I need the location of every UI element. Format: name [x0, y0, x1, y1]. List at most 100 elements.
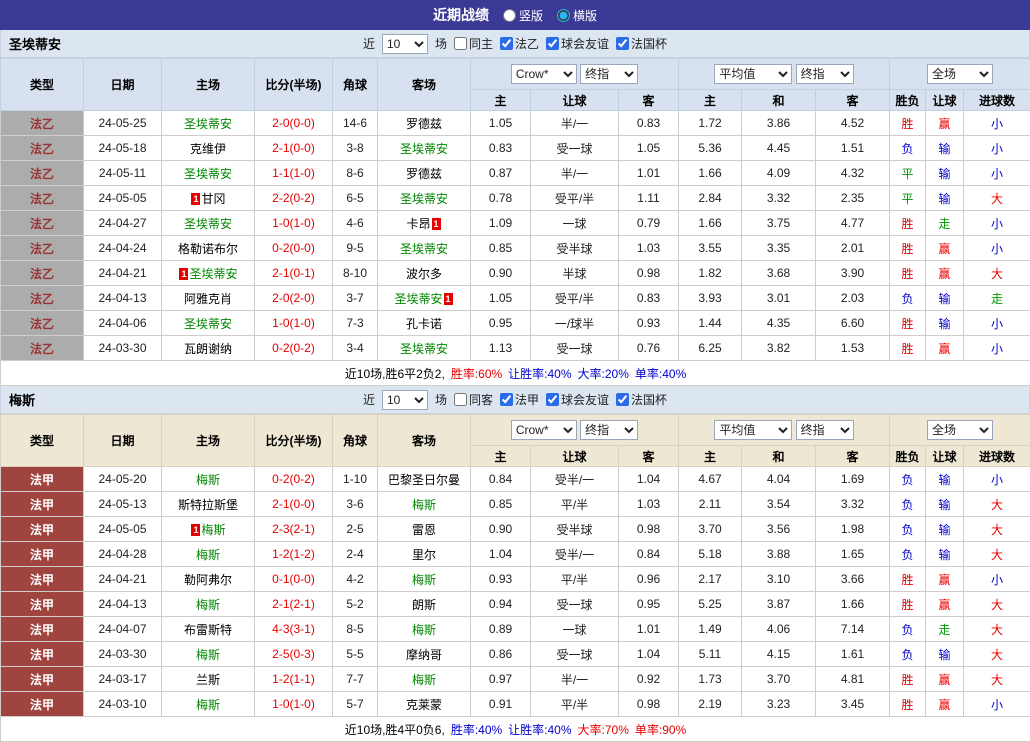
league-checkbox[interactable] — [500, 393, 513, 406]
avg-home-cell: 3.93 — [679, 286, 742, 311]
horizontal-layout-radio[interactable] — [557, 9, 570, 22]
team-link[interactable]: 布雷斯特 — [184, 623, 232, 637]
filter-club-friendly[interactable]: 球会友谊 — [546, 35, 609, 52]
filter-same-home[interactable]: 同主 — [454, 35, 493, 52]
team-link[interactable]: 里尔 — [412, 548, 436, 562]
filter-league[interactable]: 法乙 — [500, 35, 539, 52]
bookmaker-select[interactable]: Crow* — [511, 420, 577, 440]
team-link[interactable]: 勒阿弗尔 — [184, 573, 232, 587]
team-link[interactable]: 克维伊 — [190, 142, 226, 156]
result-cell: 负 — [890, 492, 926, 517]
team-link[interactable]: 瓦朗谢纳 — [184, 342, 232, 356]
handicap-result-cell: 输 — [926, 492, 964, 517]
result-cell: 胜 — [890, 236, 926, 261]
team-link[interactable]: 兰斯 — [196, 673, 220, 687]
team-link[interactable]: 梅斯 — [196, 648, 220, 662]
french-cup-checkbox[interactable] — [616, 393, 629, 406]
team-link[interactable]: 圣埃蒂安 — [400, 192, 448, 206]
team-link[interactable]: 梅斯 — [196, 698, 220, 712]
avg-select[interactable]: 平均值 — [714, 420, 792, 440]
result-cell: 胜 — [890, 211, 926, 236]
filter-same-away[interactable]: 同客 — [454, 391, 493, 408]
team-link[interactable]: 格勒诺布尔 — [178, 242, 238, 256]
away-team-cell: 圣埃蒂安1 — [378, 286, 471, 311]
away-odds-cell: 0.84 — [619, 542, 679, 567]
goals-result-cell: 大 — [964, 492, 1030, 517]
french-cup-checkbox[interactable] — [616, 37, 629, 50]
team-link[interactable]: 梅斯 — [196, 473, 220, 487]
team-link[interactable]: 梅斯 — [196, 598, 220, 612]
odds-stage-select[interactable]: 终指 — [580, 64, 638, 84]
avg-stage-select[interactable]: 终指 — [796, 420, 854, 440]
team-link[interactable]: 孔卡诺 — [406, 317, 442, 331]
scope-select[interactable]: 全场 — [927, 64, 993, 84]
avg-away-cell: 3.45 — [816, 692, 890, 717]
goals-result-cell: 小 — [964, 236, 1030, 261]
avg-draw-cell: 3.23 — [742, 692, 816, 717]
league-cell: 法乙 — [1, 336, 84, 361]
team-link[interactable]: 梅斯 — [412, 623, 436, 637]
handicap-cell: 一球 — [531, 211, 619, 236]
layout-horizontal-option[interactable]: 横版 — [557, 7, 597, 24]
team-link[interactable]: 梅斯 — [201, 523, 225, 537]
filter-club-friendly[interactable]: 球会友谊 — [546, 391, 609, 408]
team-link[interactable]: 甘冈 — [201, 192, 225, 206]
team-link[interactable]: 圣埃蒂安 — [394, 292, 442, 306]
team-link[interactable]: 罗德兹 — [406, 167, 442, 181]
corner-cell: 6-5 — [333, 186, 378, 211]
club-friendly-checkbox[interactable] — [546, 393, 559, 406]
team-name: 梅斯 — [9, 390, 35, 409]
avg-select[interactable]: 平均值 — [714, 64, 792, 84]
match-row: 法甲24-04-13梅斯2-1(2-1)5-2朗斯0.94受一球0.955.25… — [1, 592, 1030, 617]
filter-league[interactable]: 法甲 — [500, 391, 539, 408]
team-link[interactable]: 卡昂 — [406, 217, 430, 231]
team-link[interactable]: 斯特拉斯堡 — [178, 498, 238, 512]
sub-col-home-odds: 主 — [471, 90, 531, 111]
section-metz: 梅斯 近 10 场 同客 法甲 球会友谊 法国杯 类型 日期 主场 比分(半场)… — [0, 386, 1030, 742]
team-link[interactable]: 圣埃蒂安 — [400, 242, 448, 256]
team-link[interactable]: 阿雅克肖 — [184, 292, 232, 306]
team-link[interactable]: 梅斯 — [412, 673, 436, 687]
same-home-checkbox[interactable] — [454, 37, 467, 50]
handicap-result-cell: 输 — [926, 286, 964, 311]
odds-stage-select[interactable]: 终指 — [580, 420, 638, 440]
team-link[interactable]: 波尔多 — [406, 267, 442, 281]
team-link[interactable]: 圣埃蒂安 — [184, 117, 232, 131]
team-link[interactable]: 罗德兹 — [406, 117, 442, 131]
league-checkbox[interactable] — [500, 37, 513, 50]
away-team-cell: 梅斯 — [378, 492, 471, 517]
team-link[interactable]: 梅斯 — [196, 548, 220, 562]
team-link[interactable]: 圣埃蒂安 — [184, 317, 232, 331]
vertical-layout-radio[interactable] — [503, 9, 516, 22]
team-link[interactable]: 圣埃蒂安 — [184, 217, 232, 231]
bookmaker-select[interactable]: Crow* — [511, 64, 577, 84]
score-cell: 2-0(0-0) — [255, 111, 333, 136]
filter-french-cup[interactable]: 法国杯 — [616, 35, 667, 52]
team-link[interactable]: 圣埃蒂安 — [189, 267, 237, 281]
match-count-select[interactable]: 10 — [382, 390, 428, 410]
team-link[interactable]: 摩纳哥 — [406, 648, 442, 662]
team-link[interactable]: 朗斯 — [412, 598, 436, 612]
club-friendly-checkbox[interactable] — [546, 37, 559, 50]
team-link[interactable]: 雷恩 — [412, 523, 436, 537]
team-link[interactable]: 圣埃蒂安 — [400, 142, 448, 156]
filter-french-cup[interactable]: 法国杯 — [616, 391, 667, 408]
avg-stage-select[interactable]: 终指 — [796, 64, 854, 84]
avg-draw-cell: 4.35 — [742, 311, 816, 336]
team-link[interactable]: 圣埃蒂安 — [400, 342, 448, 356]
layout-vertical-option[interactable]: 竖版 — [503, 7, 543, 24]
team-link[interactable]: 梅斯 — [412, 498, 436, 512]
team-link[interactable]: 圣埃蒂安 — [184, 167, 232, 181]
match-filters: 近 10 场 同客 法甲 球会友谊 法国杯 — [363, 390, 667, 410]
score-cell: 1-1(1-0) — [255, 161, 333, 186]
checkbox-label: 球会友谊 — [561, 391, 609, 408]
team-link[interactable]: 梅斯 — [412, 573, 436, 587]
handicap-cell: 受半/一 — [531, 467, 619, 492]
team-link[interactable]: 巴黎圣日尔曼 — [388, 473, 460, 487]
same-away-checkbox[interactable] — [454, 393, 467, 406]
red-card-badge: 1 — [191, 524, 200, 536]
scope-select[interactable]: 全场 — [927, 420, 993, 440]
goals-result-cell: 大 — [964, 617, 1030, 642]
team-link[interactable]: 克莱蒙 — [406, 698, 442, 712]
match-count-select[interactable]: 10 — [382, 34, 428, 54]
